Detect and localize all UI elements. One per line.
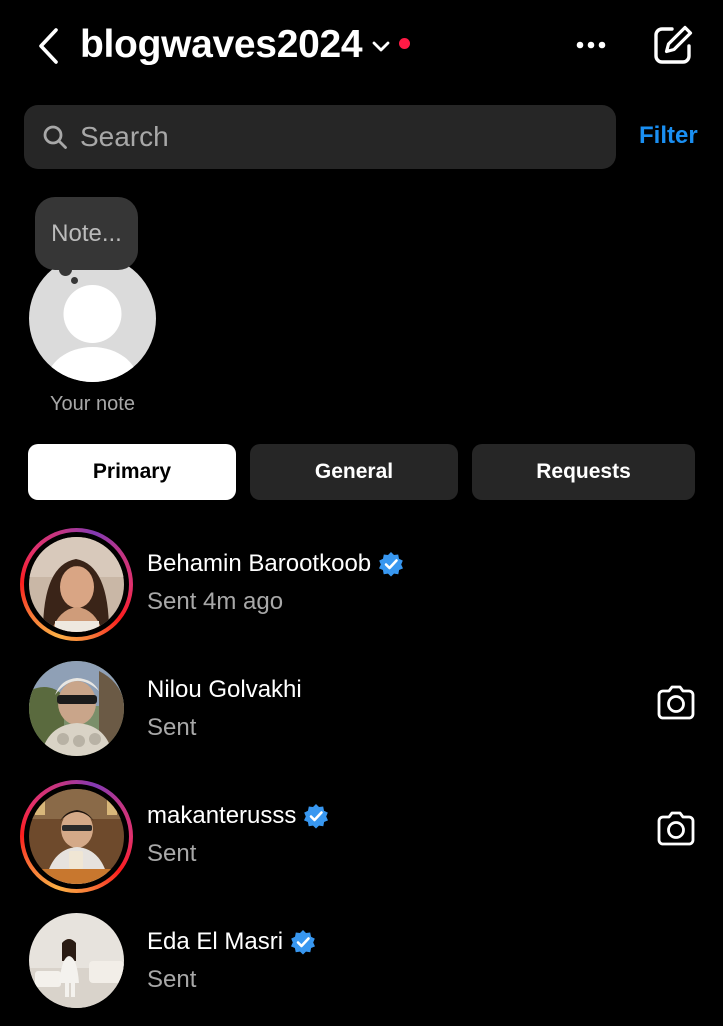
more-horizontal-icon — [576, 41, 606, 49]
default-avatar-icon — [46, 285, 139, 382]
thread-row[interactable]: Eda El Masri Sent — [0, 906, 723, 1026]
verified-badge-icon — [378, 551, 404, 577]
chevron-left-icon — [39, 28, 58, 64]
camera-icon — [657, 685, 695, 720]
account-switcher[interactable]: blogwaves2024 — [80, 20, 411, 70]
chevron-down-icon — [372, 41, 390, 53]
avatar[interactable] — [29, 789, 124, 884]
compose-icon — [654, 25, 693, 64]
account-name: blogwaves2024 — [80, 23, 363, 66]
note-bubble-tail-small — [71, 277, 78, 284]
note-bubble-tail — [59, 263, 72, 276]
tab-general[interactable]: General — [250, 444, 458, 500]
camera-icon — [657, 811, 695, 846]
camera-button[interactable] — [652, 808, 700, 850]
avatar[interactable] — [29, 913, 124, 1008]
note-bubble[interactable]: Note... — [35, 197, 138, 270]
tab-requests[interactable]: Requests — [472, 444, 695, 500]
search-bar[interactable] — [24, 105, 616, 169]
inbox-header: blogwaves2024 — [0, 0, 723, 90]
note-placeholder: Note... — [51, 219, 122, 247]
thread-name: makanterusss — [147, 802, 297, 829]
back-button[interactable] — [30, 26, 66, 66]
thread-name: Nilou Golvakhi — [147, 676, 302, 703]
thread-name: Behamin Barootkoob — [147, 550, 372, 577]
thread-status: Sent — [147, 966, 197, 993]
new-message-button[interactable] — [650, 22, 696, 68]
thread-status: Sent 4m ago — [147, 588, 284, 615]
tab-primary[interactable]: Primary — [28, 444, 236, 500]
thread-status: Sent — [147, 714, 197, 741]
thread-row[interactable]: Nilou Golvakhi Sent — [0, 654, 723, 774]
thread-row[interactable]: Behamin Barootkoob Sent 4m ago — [0, 528, 723, 648]
thread-status: Sent — [147, 840, 197, 867]
your-note-label: Your note — [50, 393, 135, 415]
camera-button[interactable] — [652, 682, 700, 724]
thread-name: Eda El Masri — [147, 928, 284, 955]
more-options-button[interactable] — [570, 28, 612, 62]
search-input[interactable] — [80, 121, 616, 153]
verified-badge-icon — [290, 929, 316, 955]
filter-button[interactable]: Filter — [639, 122, 698, 150]
thread-row[interactable]: makanterusss Sent — [0, 780, 723, 900]
search-icon — [41, 123, 69, 151]
avatar[interactable] — [29, 537, 124, 632]
avatar[interactable] — [29, 661, 124, 756]
unread-dot — [399, 37, 411, 49]
your-note-avatar[interactable] — [29, 255, 156, 382]
verified-badge-icon — [303, 803, 329, 829]
